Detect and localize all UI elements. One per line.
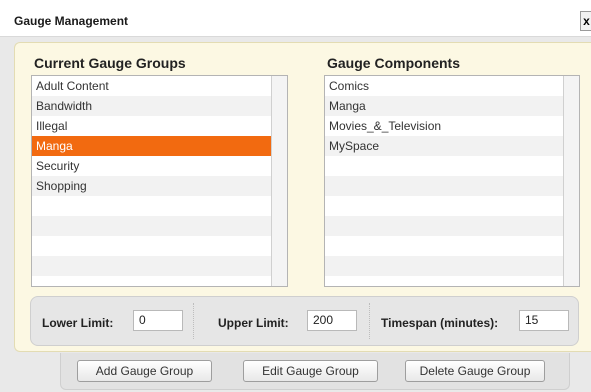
list-item[interactable]: Comics [325,76,563,96]
gauge-groups-scrollbar[interactable] [271,76,287,286]
gauge-components-scrollbar[interactable] [563,76,579,286]
delete-gauge-group-button[interactable]: Delete Gauge Group [405,360,545,382]
add-gauge-group-button[interactable]: Add Gauge Group [77,360,212,382]
gauge-components-list[interactable]: MySpace Movies_&_Television Manga Comics [324,75,580,287]
empty-list-row [32,216,271,236]
gauge-groups-list[interactable]: Shopping Security Manga Illegal Bandwidth Adu… [31,75,288,287]
empty-list-row [32,236,271,256]
empty-list-row [325,156,563,176]
empty-list-row [325,236,563,256]
list-item[interactable]: Adult Content [32,76,271,96]
list-item[interactable]: Movies_&_Television [325,116,563,136]
empty-list-row [325,196,563,216]
list-item[interactable]: Bandwidth [32,96,271,116]
gauge-management-dialog: Gauge Management x Current Gauge Groups … [0,0,591,392]
empty-list-row [325,176,563,196]
edit-gauge-group-button[interactable]: Edit Gauge Group [243,360,378,382]
empty-list-row [32,256,271,276]
empty-list-row [325,216,563,236]
list-item[interactable]: Illegal [32,116,271,136]
list-item[interactable]: Shopping [32,176,271,196]
limits-bar: Lower Limit: 0 Upper Limit: 200 Timespan… [30,296,579,346]
empty-list-row [325,256,563,276]
current-gauge-groups-heading: Current Gauge Groups [34,55,186,71]
title-bar[interactable]: Gauge Management x [0,0,591,37]
lower-limit-input[interactable]: 0 [133,310,183,331]
list-item[interactable]: MySpace [325,136,563,156]
timespan-input[interactable]: 15 [519,310,569,331]
gauge-components-heading: Gauge Components [327,55,461,71]
empty-list-row [32,196,271,216]
limits-divider [193,303,194,339]
upper-limit-input[interactable]: 200 [307,310,357,331]
limits-divider [369,303,370,339]
list-item[interactable]: Manga [325,96,563,116]
list-item[interactable]: Manga [32,136,271,156]
lower-limit-label: Lower Limit: [42,316,114,330]
list-item[interactable]: Security [32,156,271,176]
close-icon[interactable]: x [580,11,591,31]
timespan-label: Timespan (minutes): [381,316,499,330]
upper-limit-label: Upper Limit: [218,316,289,330]
dialog-title: Gauge Management [14,14,129,28]
